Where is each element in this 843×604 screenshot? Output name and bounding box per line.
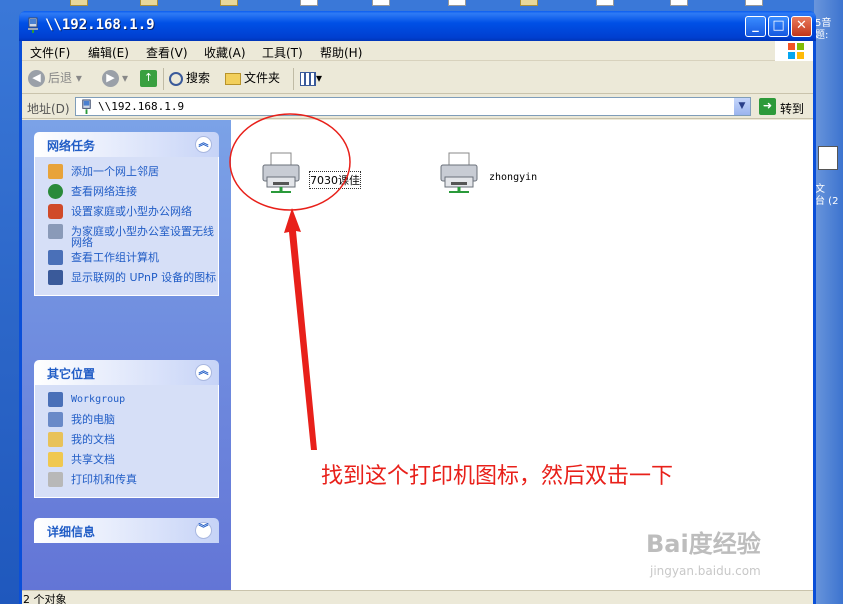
watermark-logo: Bai度经验 <box>646 530 761 558</box>
arrow-pointer <box>284 208 317 450</box>
watermark-url: jingyan.baidu.com <box>650 564 761 578</box>
annotation-overlay <box>229 113 351 450</box>
highlight-circle <box>229 113 351 211</box>
annotation-text: 找到这个打印机图标，然后双击一下 <box>321 464 674 489</box>
